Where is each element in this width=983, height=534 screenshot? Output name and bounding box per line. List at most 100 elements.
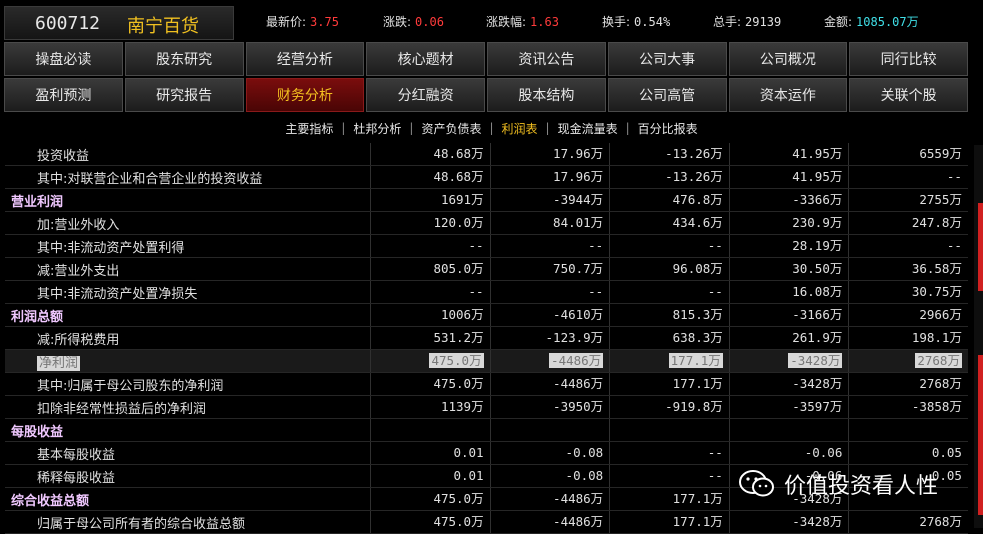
table-cell: -- [489, 235, 610, 257]
nav-button[interactable]: 公司概况 [728, 42, 848, 76]
nav-button[interactable]: 股东研究 [124, 42, 244, 76]
table-row[interactable]: 其中:归属于母公司股东的净利润 475.0万 -4486万 177.1万 -3428万 2… [5, 373, 968, 396]
nav-row-2: 盈利预测 研究报告 财务分析 分红融资 股本结构 公司高管 资本运作 关联个股 [4, 78, 970, 112]
table-cell: 475.0万 [370, 511, 490, 533]
table-row[interactable]: 其中:非流动资产处置利得 -- -- -- 28.19万 -- [5, 235, 968, 258]
table-row[interactable]: 扣除非经常性损益后的净利润 1139万 -3950万 -919.8万 -3597万 -38… [5, 396, 968, 419]
metric-5: 金额: 1085.07万 [824, 13, 919, 30]
table-cell: 48.68万 [370, 166, 490, 188]
nav-button[interactable]: 研究报告 [124, 78, 244, 112]
table-cell: 48.68万 [370, 143, 490, 165]
table-cell: -3858万 [848, 396, 968, 418]
table-row[interactable]: 归属于母公司所有者的综合收益总额 475.0万 -4486万 177.1万 -3428万… [5, 511, 968, 534]
table-cell: 30.75万 [848, 281, 968, 303]
nav-button[interactable]: 资讯公告 [487, 42, 606, 76]
table-cell: -4486万 [489, 488, 610, 510]
table-cell: 6559万 [848, 143, 968, 165]
scroll-thumb-upper[interactable] [978, 203, 983, 291]
watermark: 价值投资看人性 [738, 468, 938, 500]
scroll-thumb-lower[interactable] [978, 355, 983, 515]
table-cell: 247.8万 [848, 212, 968, 234]
main-nav: 操盘必读 股东研究 经营分析 核心题材 资讯公告 公司大事 公司概况 同行比较 盈利预测 研究报… [4, 42, 970, 114]
table-cell: -- [609, 281, 729, 303]
table-cell: 16.08万 [728, 281, 849, 303]
nav-button[interactable]: 资本运作 [728, 78, 848, 112]
row-label: 归属于母公司所有者的综合收益总额 [37, 516, 246, 532]
table-cell: 815.3万 [609, 304, 729, 326]
nav-button[interactable]: 财务分析 [245, 78, 365, 112]
table-cell: -- [370, 235, 490, 257]
nav-button[interactable]: 经营分析 [245, 42, 365, 76]
row-label: 利润总额 [11, 309, 64, 325]
table-cell: -0.06 [728, 442, 849, 464]
table-row[interactable]: 基本每股收益 0.01 -0.08 -- -0.06 0.05 [5, 442, 968, 465]
subtab[interactable]: 杜邦分析 [345, 120, 409, 137]
row-label: 其中:对联营企业和合营企业的投资收益 [37, 171, 263, 187]
table-cell: 638.3万 [609, 327, 729, 349]
subtab[interactable]: 主要指标 [277, 120, 341, 137]
table-row[interactable]: 每股收益 [5, 419, 968, 442]
table-cell: 261.9万 [728, 327, 849, 349]
subtab[interactable]: 资产负债表 [413, 120, 489, 137]
nav-button[interactable]: 盈利预测 [4, 78, 123, 112]
subtab[interactable]: 现金流量表 [550, 120, 626, 137]
table-cell: 177.1万 [609, 511, 729, 533]
table-cell: 177.1万 [609, 373, 729, 395]
metric-label: 涨跌: [383, 15, 412, 29]
table-cell: 198.1万 [848, 327, 968, 349]
stock-name: 南宁百货 [127, 16, 199, 37]
row-label: 扣除非经常性损益后的净利润 [37, 401, 207, 417]
table-row[interactable]: 投资收益 48.68万 17.96万 -13.26万 41.95万 6559万 [5, 143, 968, 166]
table-row[interactable]: 减:所得税费用 531.2万 -123.9万 638.3万 261.9万 198.1万 [5, 327, 968, 350]
table-cell: -3166万 [728, 304, 849, 326]
table-cell: 36.58万 [848, 258, 968, 280]
nav-button[interactable]: 公司高管 [607, 78, 727, 112]
metric-2: 涨跌幅: 1.63 [486, 13, 559, 30]
table-row[interactable]: 加:营业外收入 120.0万 84.01万 434.6万 230.9万 247.8万 [5, 212, 968, 235]
metric-label: 金额: [824, 15, 853, 29]
table-cell: -3428万 [728, 511, 849, 533]
table-row[interactable]: 利润总额 1006万 -4610万 815.3万 -3166万 2966万 [5, 304, 968, 327]
table-cell: 41.95万 [728, 166, 849, 188]
table-cell: -4610万 [489, 304, 610, 326]
table-row[interactable]: 减:营业外支出 805.0万 750.7万 96.08万 30.50万 36.58万 [5, 258, 968, 281]
metric-label: 总手: [713, 15, 742, 29]
nav-row-1: 操盘必读 股东研究 经营分析 核心题材 资讯公告 公司大事 公司概况 同行比较 [4, 42, 970, 76]
nav-button[interactable]: 同行比较 [849, 42, 968, 76]
table-row[interactable]: 净利润 475.0万 -4486万 177.1万 -3428万 2768万 [5, 350, 968, 373]
table-row[interactable]: 营业利润 1691万 -3944万 476.8万 -3366万 2755万 [5, 189, 968, 212]
row-label: 营业利润 [11, 194, 64, 210]
stock-title-box: 600712 南宁百货 [4, 6, 234, 40]
row-label: 减:所得税费用 [37, 332, 120, 348]
table-cell: -3944万 [489, 189, 610, 211]
table-cell: 120.0万 [370, 212, 490, 234]
nav-button[interactable]: 分红融资 [366, 78, 485, 112]
table-cell: -4486万 [489, 350, 610, 372]
table-cell: 476.8万 [609, 189, 729, 211]
table-cell: -3366万 [728, 189, 849, 211]
nav-button[interactable]: 公司大事 [607, 42, 727, 76]
subtab[interactable]: 百分比报表 [630, 120, 706, 137]
row-label: 投资收益 [37, 148, 90, 164]
metric-0: 最新价: 3.75 [266, 13, 339, 30]
table-cell: -- [848, 235, 968, 257]
subtab[interactable]: 利润表 [494, 120, 546, 137]
table-cell: 2755万 [848, 189, 968, 211]
table-cell: -3950万 [489, 396, 610, 418]
nav-button[interactable]: 核心题材 [366, 42, 485, 76]
nav-button[interactable]: 操盘必读 [4, 42, 123, 76]
table-row[interactable]: 其中:非流动资产处置净损失 -- -- -- 16.08万 30.75万 [5, 281, 968, 304]
table-cell: -- [848, 166, 968, 188]
sub-tabs: 主要指标 | 杜邦分析 | 资产负债表 | 利润表 | 现金流量表 | 百分比报表 [0, 116, 983, 140]
table-cell: 230.9万 [728, 212, 849, 234]
table-cell: -0.08 [489, 465, 610, 487]
table-cell: 475.0万 [370, 350, 490, 372]
nav-button[interactable]: 股本结构 [487, 78, 606, 112]
table-cell: 1006万 [370, 304, 490, 326]
metric-label: 换手: [602, 15, 631, 29]
table-row[interactable]: 其中:对联营企业和合营企业的投资收益 48.68万 17.96万 -13.26万 41.… [5, 166, 968, 189]
table-cell: 475.0万 [370, 373, 490, 395]
nav-button[interactable]: 关联个股 [849, 78, 968, 112]
metric-value: 1.63 [530, 15, 559, 29]
table-cell: -919.8万 [609, 396, 729, 418]
